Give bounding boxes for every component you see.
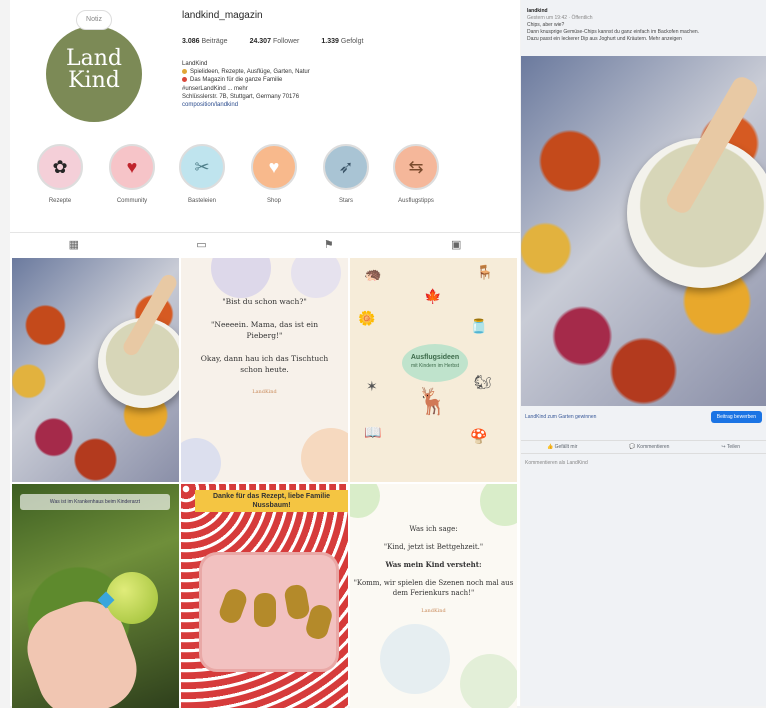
fb-post-text-2: Dann knusprige Gemüse-Chips kannst du ga…	[527, 29, 700, 35]
post-apple[interactable]: Was ist im Krankenhaus beim Kinderarzt	[12, 484, 179, 708]
tagged-icon[interactable]: ▣	[451, 238, 461, 251]
grid-icon[interactable]: ▦	[69, 238, 79, 251]
recipe-tag: Danke für das Rezept, liebe Familie Nuss…	[195, 490, 348, 512]
highlight-stars[interactable]: ➶ Stars	[320, 144, 372, 204]
apple-banner: Was ist im Krankenhaus beim Kinderarzt	[20, 494, 170, 510]
deco-blob	[350, 484, 380, 518]
reels-icon[interactable]: ▭	[196, 238, 206, 251]
quote-comment: Okay, dann hau ich das Tischtuch schon h…	[200, 354, 329, 374]
bio-address: Schlüsslerstr. 7B, Stuttgart, Germany 70…	[182, 93, 300, 100]
heart-icon: ♥	[109, 144, 155, 190]
profile-tabs: ▦ ▭ ⚑ ▣	[10, 232, 520, 256]
quote2-heading-answer: "Komm, wir spielen die Szenen noch mal a…	[353, 579, 514, 597]
bird-icon: ➶	[323, 144, 369, 190]
deco-blob	[181, 438, 221, 482]
post-quote-bettgeh[interactable]: Was ich sage: "Kind, jetzt ist Bettgehze…	[350, 484, 517, 708]
highlight-basteleien[interactable]: ✂ Basteleien	[176, 144, 228, 204]
thumbs-up-icon: 👍	[546, 444, 555, 450]
chair-icon: 🪑	[476, 264, 494, 280]
deco-blob	[301, 428, 348, 482]
flower-icon: 🌼	[358, 310, 376, 326]
profile-stats: 3.086 Beiträge 24.307 Follower 1.339 Gef…	[182, 38, 363, 45]
post-recipe-thanks[interactable]: Danke für das Rezept, liebe Familie Nuss…	[181, 484, 348, 708]
apple	[106, 572, 158, 624]
fb-comment-hint[interactable]: Kommentieren als LandKind	[525, 460, 588, 466]
quote-question: "Bist du schon wach?"	[222, 297, 307, 306]
deco-blob	[480, 484, 517, 526]
hedgehog-icon: 🦔	[364, 266, 382, 282]
fb-post-text-3: Dazu passt ein leckerer Dip aus Joghurt …	[527, 36, 682, 42]
bio-line-1: Spielideen, Rezepte, Ausflüge, Garten, N…	[182, 68, 442, 76]
bio-link[interactable]: composition/landkind	[182, 101, 442, 109]
mushroom-icon: 🍄	[470, 428, 488, 444]
highlight-ausflugstipps[interactable]: ⇆ Ausflugstipps	[390, 144, 442, 204]
fb-cta-bar: LandKind zum Garten gewinnen Beitrag bew…	[521, 406, 766, 428]
post-quote-bett[interactable]: "Bist du schon wach?" "Neeeein. Mama, da…	[181, 258, 348, 482]
bio-line-2: Das Magazin für die ganze Familie	[182, 76, 442, 84]
quote2-signature: LandKind	[421, 608, 446, 614]
lunchbox	[199, 552, 339, 672]
info-subtitle: mit Kindern im Herbst	[410, 363, 460, 369]
stat-following[interactable]: 1.339 Gefolgt	[321, 38, 363, 45]
avatar-text-kind: Kind	[68, 68, 120, 93]
profile-bio: LandKind Spielideen, Rezepte, Ausflüge, …	[182, 60, 442, 109]
fb-action-bar: 👍 Gefällt mir 💬 Kommentieren ↪ Teilen	[521, 440, 766, 454]
quote-signature: LandKind	[252, 389, 277, 395]
bio-name: LandKind	[182, 61, 208, 67]
fb-cta-link[interactable]: LandKind zum Garten gewinnen	[525, 414, 596, 420]
stat-followers[interactable]: 24.307 Follower	[250, 38, 300, 45]
book-icon: 📖	[364, 424, 382, 440]
like-button[interactable]: 👍 Gefällt mir	[547, 444, 577, 450]
saved-icon[interactable]: ⚑	[324, 238, 334, 251]
sun-icon	[182, 69, 187, 75]
profile-avatar[interactable]: Land Kind	[46, 26, 142, 122]
instagram-profile: Land Kind Notiz landkind_magazin 3.086 B…	[10, 0, 520, 708]
deco-blob	[291, 258, 341, 298]
share-button[interactable]: ↪ Teilen	[721, 444, 740, 450]
note-bubble[interactable]: Notiz	[76, 10, 112, 30]
facebook-post: landkind Gestern um 19:42 · Öffentlich C…	[521, 0, 766, 706]
deco-blob	[460, 654, 517, 708]
leaf-icon: 🍁	[424, 288, 442, 304]
heart-icon	[182, 77, 187, 83]
deer-icon: 🦌	[416, 386, 449, 416]
fb-post-photo[interactable]	[521, 56, 766, 406]
fb-post-meta: Gestern um 19:42 · Öffentlich	[527, 15, 593, 21]
comment-icon: 💬	[629, 444, 637, 450]
nugget	[254, 593, 276, 627]
scissors-icon: ✂	[179, 144, 225, 190]
highlight-shop[interactable]: ♥ Shop	[248, 144, 300, 204]
profile-username: landkind_magazin	[182, 10, 263, 21]
boost-post-button[interactable]: Beitrag bewerben	[710, 411, 762, 423]
highlight-rezepte[interactable]: ✿ Rezepte	[34, 144, 86, 204]
signpost-icon: ⇆	[393, 144, 439, 190]
info-title-cloud: Ausflugsideen mit Kindern im Herbst	[402, 344, 468, 382]
star-anise-icon: ✶	[366, 378, 378, 394]
shop-icon: ♥	[251, 144, 297, 190]
squirrel-icon: 🐿	[474, 374, 492, 390]
post-veggie-chips[interactable]	[12, 258, 179, 482]
quote2-question-answer: "Kind, jetzt ist Bettgehzeit."	[383, 543, 484, 551]
fb-post-header: landkind Gestern um 19:42 · Öffentlich C…	[521, 0, 766, 43]
post-ausflugsideen[interactable]: 🦔 🪑 🍁 🌼 🫙 Ausflugsideen mit Kindern im H…	[350, 258, 517, 482]
deco-blob	[211, 258, 271, 298]
flower-icon: ✿	[37, 144, 83, 190]
highlight-community[interactable]: ♥ Community	[106, 144, 158, 204]
nugget	[283, 583, 311, 621]
deco-blob	[380, 624, 450, 694]
jar-icon: 🫙	[470, 318, 488, 334]
bio-line-3[interactable]: #unserLandKind ... mehr	[182, 85, 442, 93]
quote-answer: "Neeeein. Mama, das ist ein Pieberg!"	[210, 320, 319, 340]
quote2-heading: Was mein Kind versteht:	[385, 560, 482, 569]
quote2-question: Was ich sage:	[409, 525, 458, 533]
info-title: Ausflugsideen	[410, 354, 460, 361]
nugget	[216, 586, 250, 626]
comment-button[interactable]: 💬 Kommentieren	[629, 444, 669, 450]
post-grid: "Bist du schon wach?" "Neeeein. Mama, da…	[12, 258, 518, 708]
fb-post-text-1: Chips, aber wie?	[527, 22, 565, 28]
stat-posts[interactable]: 3.086 Beiträge	[182, 38, 228, 45]
fb-page-name[interactable]: landkind	[527, 8, 760, 15]
